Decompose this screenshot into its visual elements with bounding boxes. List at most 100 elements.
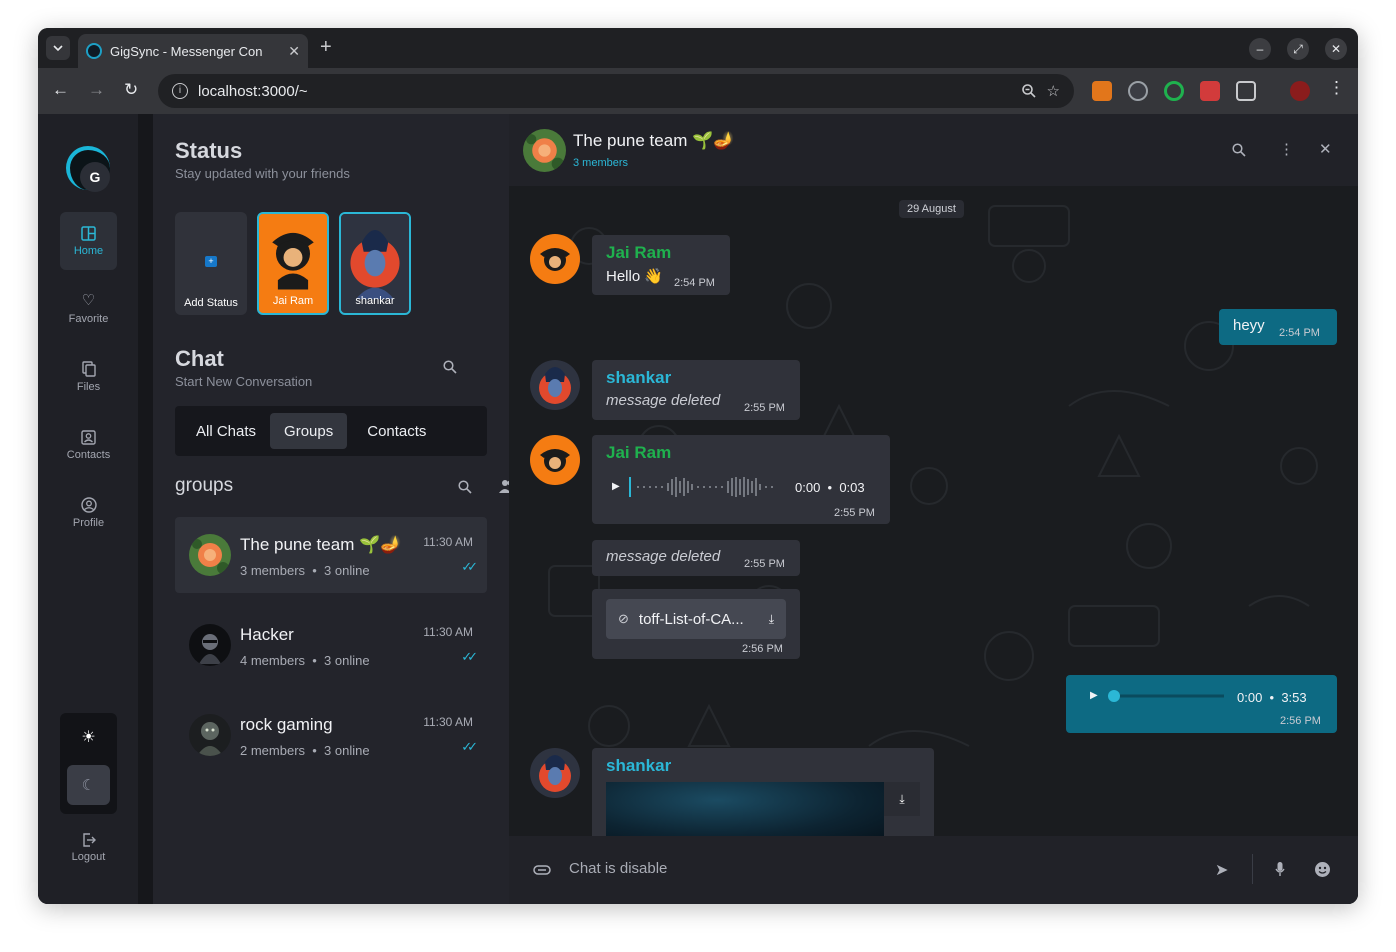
nav-profile-label: Profile xyxy=(72,517,105,529)
emoji-icon[interactable] xyxy=(1314,861,1331,878)
logout-icon xyxy=(82,833,96,847)
status-card-jai-ram[interactable]: Jai Ram xyxy=(257,212,329,315)
status-card-shankar[interactable]: shankar xyxy=(339,212,411,315)
shankar-avatar-icon xyxy=(530,360,580,410)
download-icon[interactable]: ⤓ xyxy=(769,612,774,627)
composer-divider xyxy=(1252,854,1253,884)
message-input[interactable]: Chat is disable xyxy=(569,860,667,877)
audio-message-bubble-outgoing[interactable]: ▶ 0:00 • 3:53 2:56 PM xyxy=(1066,675,1337,733)
metamask-extension-icon[interactable] xyxy=(1092,81,1112,101)
group-row-pune-team[interactable]: The pune team 🌱🪔 3 members • 3 online 11… xyxy=(175,517,487,593)
conversation-members: 3 members xyxy=(573,157,629,169)
message-bubble-outgoing[interactable]: heyy 2:54 PM xyxy=(1219,309,1337,345)
heart-icon: ♡ xyxy=(81,292,96,309)
message-sender: Jai Ram xyxy=(606,443,672,462)
site-info-icon[interactable]: i xyxy=(172,83,188,99)
profile-icon xyxy=(80,497,97,513)
maximize-button[interactable]: ⤢ xyxy=(1287,38,1309,60)
nav-home[interactable]: Home xyxy=(60,212,117,270)
hacker-avatar-icon xyxy=(189,624,231,666)
message-sender: shankar xyxy=(606,756,672,775)
browser-menu-icon[interactable]: ⋮ xyxy=(1328,78,1345,98)
extension-target-icon[interactable] xyxy=(1164,81,1184,101)
status-title: Status xyxy=(175,138,243,163)
play-icon[interactable]: ▶ xyxy=(612,481,620,492)
group-row-rock-gaming[interactable]: rock gaming 2 members • 3 online 11:30 A… xyxy=(175,697,487,773)
microphone-icon[interactable] xyxy=(1275,861,1285,877)
browser-tab[interactable]: GigSync - Messenger Con ✕ xyxy=(78,34,308,68)
address-bar[interactable]: i localhost:3000/~ ☆ xyxy=(158,74,1074,108)
voice-message-bubble[interactable]: Jai Ram ▶ 0:00 • 0:03 2:55 PM xyxy=(592,435,890,524)
conversation-search-icon[interactable] xyxy=(1232,143,1246,157)
sender-avatar-jai-ram[interactable] xyxy=(530,435,580,485)
reload-icon[interactable]: ↻ xyxy=(124,80,138,100)
message-bubble[interactable]: message deleted 2:55 PM xyxy=(592,540,800,576)
image-download-icon[interactable]: ⤓ xyxy=(884,782,920,816)
extension-glasses-icon[interactable] xyxy=(1128,81,1148,101)
logo-letter: G xyxy=(80,162,110,192)
sender-avatar-jai-ram[interactable] xyxy=(530,234,580,284)
tab-contacts[interactable]: Contacts xyxy=(353,413,440,449)
logout-button[interactable]: Logout xyxy=(60,832,117,863)
gigsync-logo: G xyxy=(66,146,110,192)
attach-icon[interactable] xyxy=(533,864,551,876)
nav-contacts[interactable]: Contacts xyxy=(60,416,117,474)
nav-favorite-label: Favorite xyxy=(68,313,109,325)
window-close-button[interactable]: ✕ xyxy=(1325,38,1347,60)
audio-progress-slider[interactable] xyxy=(1106,689,1226,703)
extensions-puzzle-icon[interactable] xyxy=(1236,81,1256,101)
nav-profile[interactable]: Profile xyxy=(60,484,117,542)
voice-waveform[interactable] xyxy=(628,475,778,499)
date-separator: 29 August xyxy=(899,200,964,218)
group-row-hacker[interactable]: Hacker 4 members • 3 online 11:30 AM ✓✓ xyxy=(175,607,487,683)
double-check-icon: ✓✓ xyxy=(461,559,478,574)
conversation-title: The pune team 🌱🪔 xyxy=(573,131,735,150)
voice-time: 0:00 • 0:03 xyxy=(795,480,865,495)
nav-home-label: Home xyxy=(73,244,104,257)
new-tab-button[interactable]: + xyxy=(320,36,332,59)
image-preview[interactable] xyxy=(606,782,884,842)
play-icon[interactable]: ▶ xyxy=(1090,690,1098,701)
light-mode-sun-icon[interactable]: ☀ xyxy=(60,727,117,747)
forward-icon[interactable]: → xyxy=(88,80,105,100)
attachment-icon: ⊘ xyxy=(618,611,629,626)
sender-avatar-shankar[interactable] xyxy=(530,360,580,410)
tab-title: GigSync - Messenger Con xyxy=(110,43,263,59)
extension-red-icon[interactable] xyxy=(1200,81,1220,101)
conversation-avatar[interactable] xyxy=(523,129,566,172)
zoom-icon[interactable] xyxy=(1021,83,1037,99)
message-bubble[interactable]: Jai Ram Hello 👋 2:54 PM xyxy=(592,235,730,295)
add-status-card[interactable]: + Add Status xyxy=(175,212,247,315)
group-online: 3 online xyxy=(324,743,370,758)
message-bubble[interactable]: shankar message deleted 2:55 PM xyxy=(592,360,800,420)
tab-groups[interactable]: Groups xyxy=(270,413,348,449)
bookmark-star-icon[interactable]: ☆ xyxy=(1047,82,1060,100)
file-attachment[interactable]: ⊘ toff-List-of-CA... ⤓ xyxy=(606,599,786,639)
nav-favorite[interactable]: ♡ Favorite xyxy=(60,280,117,338)
tab-search-button[interactable] xyxy=(46,36,70,60)
status-label: shankar xyxy=(355,295,395,307)
sender-avatar-shankar[interactable] xyxy=(530,748,580,798)
group-avatar xyxy=(189,534,231,576)
group-name: Hacker xyxy=(240,625,294,644)
dark-mode-moon-icon[interactable]: ☾ xyxy=(67,765,110,805)
tab-close-icon[interactable]: ✕ xyxy=(288,43,300,60)
group-meta: 3 members • 3 online xyxy=(240,563,370,578)
groups-search-icon[interactable] xyxy=(458,480,472,494)
tab-all-chats[interactable]: All Chats xyxy=(182,413,270,449)
message-time: 2:56 PM xyxy=(1280,715,1321,727)
nav-files[interactable]: Files xyxy=(60,348,117,406)
file-message-bubble[interactable]: ⊘ toff-List-of-CA... ⤓ 2:56 PM xyxy=(592,589,800,659)
send-icon[interactable]: ➤ xyxy=(1215,860,1228,880)
message-text: message deleted xyxy=(606,548,721,565)
back-icon[interactable]: ← xyxy=(52,80,69,100)
gigsync-favicon xyxy=(86,43,102,59)
conversation-close-icon[interactable]: ✕ xyxy=(1319,140,1332,158)
conversation-menu-icon[interactable]: ⋮ xyxy=(1279,140,1294,158)
group-members: 4 members xyxy=(240,653,306,668)
search-icon[interactable] xyxy=(443,360,457,374)
conversation-header: The pune team 🌱🪔 3 members ⋮ ✕ xyxy=(509,114,1358,186)
minimize-button[interactable]: – xyxy=(1249,38,1271,60)
url-text[interactable]: localhost:3000/~ xyxy=(198,83,1011,100)
profile-avatar-icon[interactable] xyxy=(1290,81,1310,101)
